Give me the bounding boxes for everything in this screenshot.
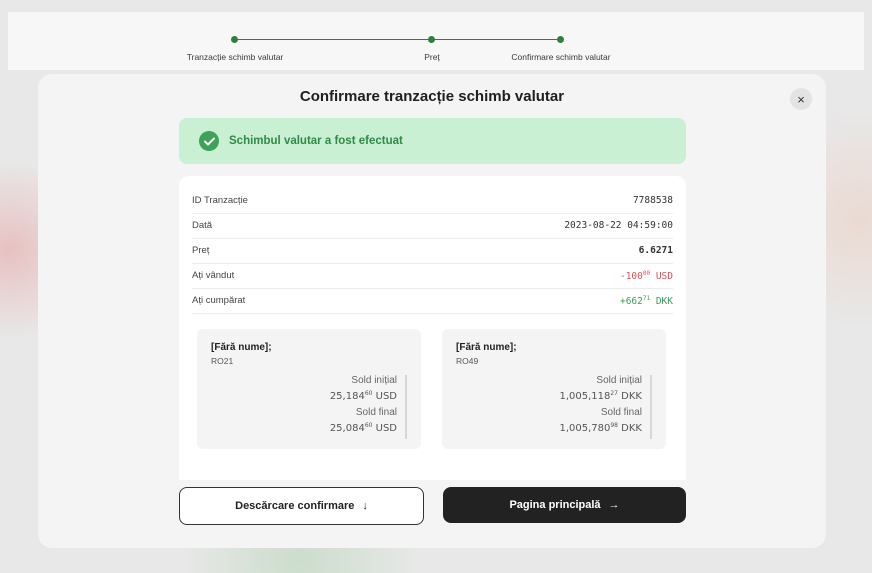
account-iban: RO21 (211, 356, 234, 366)
initial-balance-value: 1,005,11827 DKK (559, 387, 642, 403)
detail-row-transaction-id: ID Tranzacție 7788538 (192, 188, 673, 214)
download-confirmation-label: Descărcare confirmare (235, 500, 355, 512)
modal-title: Confirmare tranzacție schimb valutar (299, 88, 565, 105)
download-confirmation-button[interactable]: Descărcare confirmare ↓ (179, 487, 424, 525)
home-page-button[interactable]: Pagina principală → (443, 487, 686, 523)
detail-label: Ați cumpărat (192, 295, 246, 306)
amount-currency: USD (372, 391, 397, 402)
amount-main: 25,084 (329, 423, 365, 434)
stepper-bar: Tranzacție schimb valutar Preț Confirmar… (8, 12, 864, 70)
transaction-receipt: ID Tranzacție 7788538 Dată 2023-08-22 04… (179, 176, 686, 480)
amount-currency: DKK (618, 423, 642, 434)
account-balances: Sold inițial 25,18460 USD Sold final 25,… (330, 375, 407, 439)
step-label-3: Confirmare schimb valutar (511, 52, 611, 62)
final-balance-label: Sold final (355, 407, 397, 418)
detail-label: ID Tranzacție (192, 195, 248, 206)
detail-value: 7788538 (632, 195, 673, 206)
step-dot-2 (428, 36, 435, 43)
success-message: Schimbul valutar a fost efectuat (229, 135, 403, 147)
account-card-destination: [Fără nume]; RO49 Sold inițial 1,005,118… (442, 329, 666, 449)
final-balance-value: 1,005,78098 DKK (559, 419, 642, 435)
initial-balance-label: Sold inițial (596, 375, 642, 386)
arrow-down-icon: ↓ (362, 500, 368, 512)
amount-main: 1,005,118 (559, 391, 611, 402)
detail-row-bought: Ați cumpărat +66271 DKK (192, 288, 673, 314)
initial-balance-label: Sold inițial (351, 375, 397, 386)
final-balance-value: 25,08460 USD (330, 419, 397, 435)
detail-value: 2023-08-22 04:59:00 (564, 220, 673, 231)
initial-balance-value: 25,18460 USD (330, 387, 397, 403)
detail-label: Ați vândut (192, 270, 235, 281)
step-label-1: Tranzacție schimb valutar (186, 52, 284, 62)
detail-value: +66271 DKK (620, 295, 673, 307)
amount-main: 25,184 (329, 391, 365, 402)
confirmation-modal: × Confirmare tranzacție schimb valutar S… (38, 74, 826, 548)
account-card-source: [Fără nume]; RO21 Sold inițial 25,18460 … (197, 329, 421, 449)
stepper-line (234, 39, 557, 40)
amount-main: -100 (619, 270, 643, 282)
home-page-label: Pagina principală (509, 499, 601, 511)
detail-label: Preț (192, 245, 210, 256)
amount-currency: USD (372, 423, 397, 434)
amount-currency: DKK (650, 295, 673, 307)
account-iban: RO49 (456, 356, 479, 366)
arrow-right-icon: → (608, 499, 620, 511)
account-name: [Fără nume]; (456, 342, 517, 353)
amount-currency: DKK (618, 391, 642, 402)
amount-decimals: 27 (610, 390, 618, 397)
amount-currency: USD (650, 270, 673, 282)
detail-row-sold: Ați vândut -10000 USD (192, 263, 673, 289)
step-dot-1 (231, 36, 238, 43)
check-circle-icon (199, 131, 219, 151)
detail-row-price: Preț 6.6271 (192, 238, 673, 264)
step-label-2: Preț (424, 52, 440, 62)
stepper: Tranzacție schimb valutar Preț Confirmar… (8, 12, 864, 70)
receipt-torn-edge (179, 465, 686, 475)
detail-label: Dată (192, 220, 213, 231)
amount-decimals: 98 (610, 422, 618, 429)
success-banner: Schimbul valutar a fost efectuat (179, 118, 686, 164)
detail-value: -10000 USD (620, 270, 673, 282)
account-name: [Fără nume]; (211, 342, 272, 353)
amount-main: +662 (619, 295, 643, 307)
detail-row-date: Dată 2023-08-22 04:59:00 (192, 213, 673, 239)
final-balance-label: Sold final (600, 407, 642, 418)
step-dot-3 (557, 36, 564, 43)
detail-value: 6.6271 (638, 245, 673, 256)
account-balances: Sold inițial 1,005,11827 DKK Sold final … (559, 375, 652, 439)
amount-main: 1,005,780 (559, 423, 611, 434)
